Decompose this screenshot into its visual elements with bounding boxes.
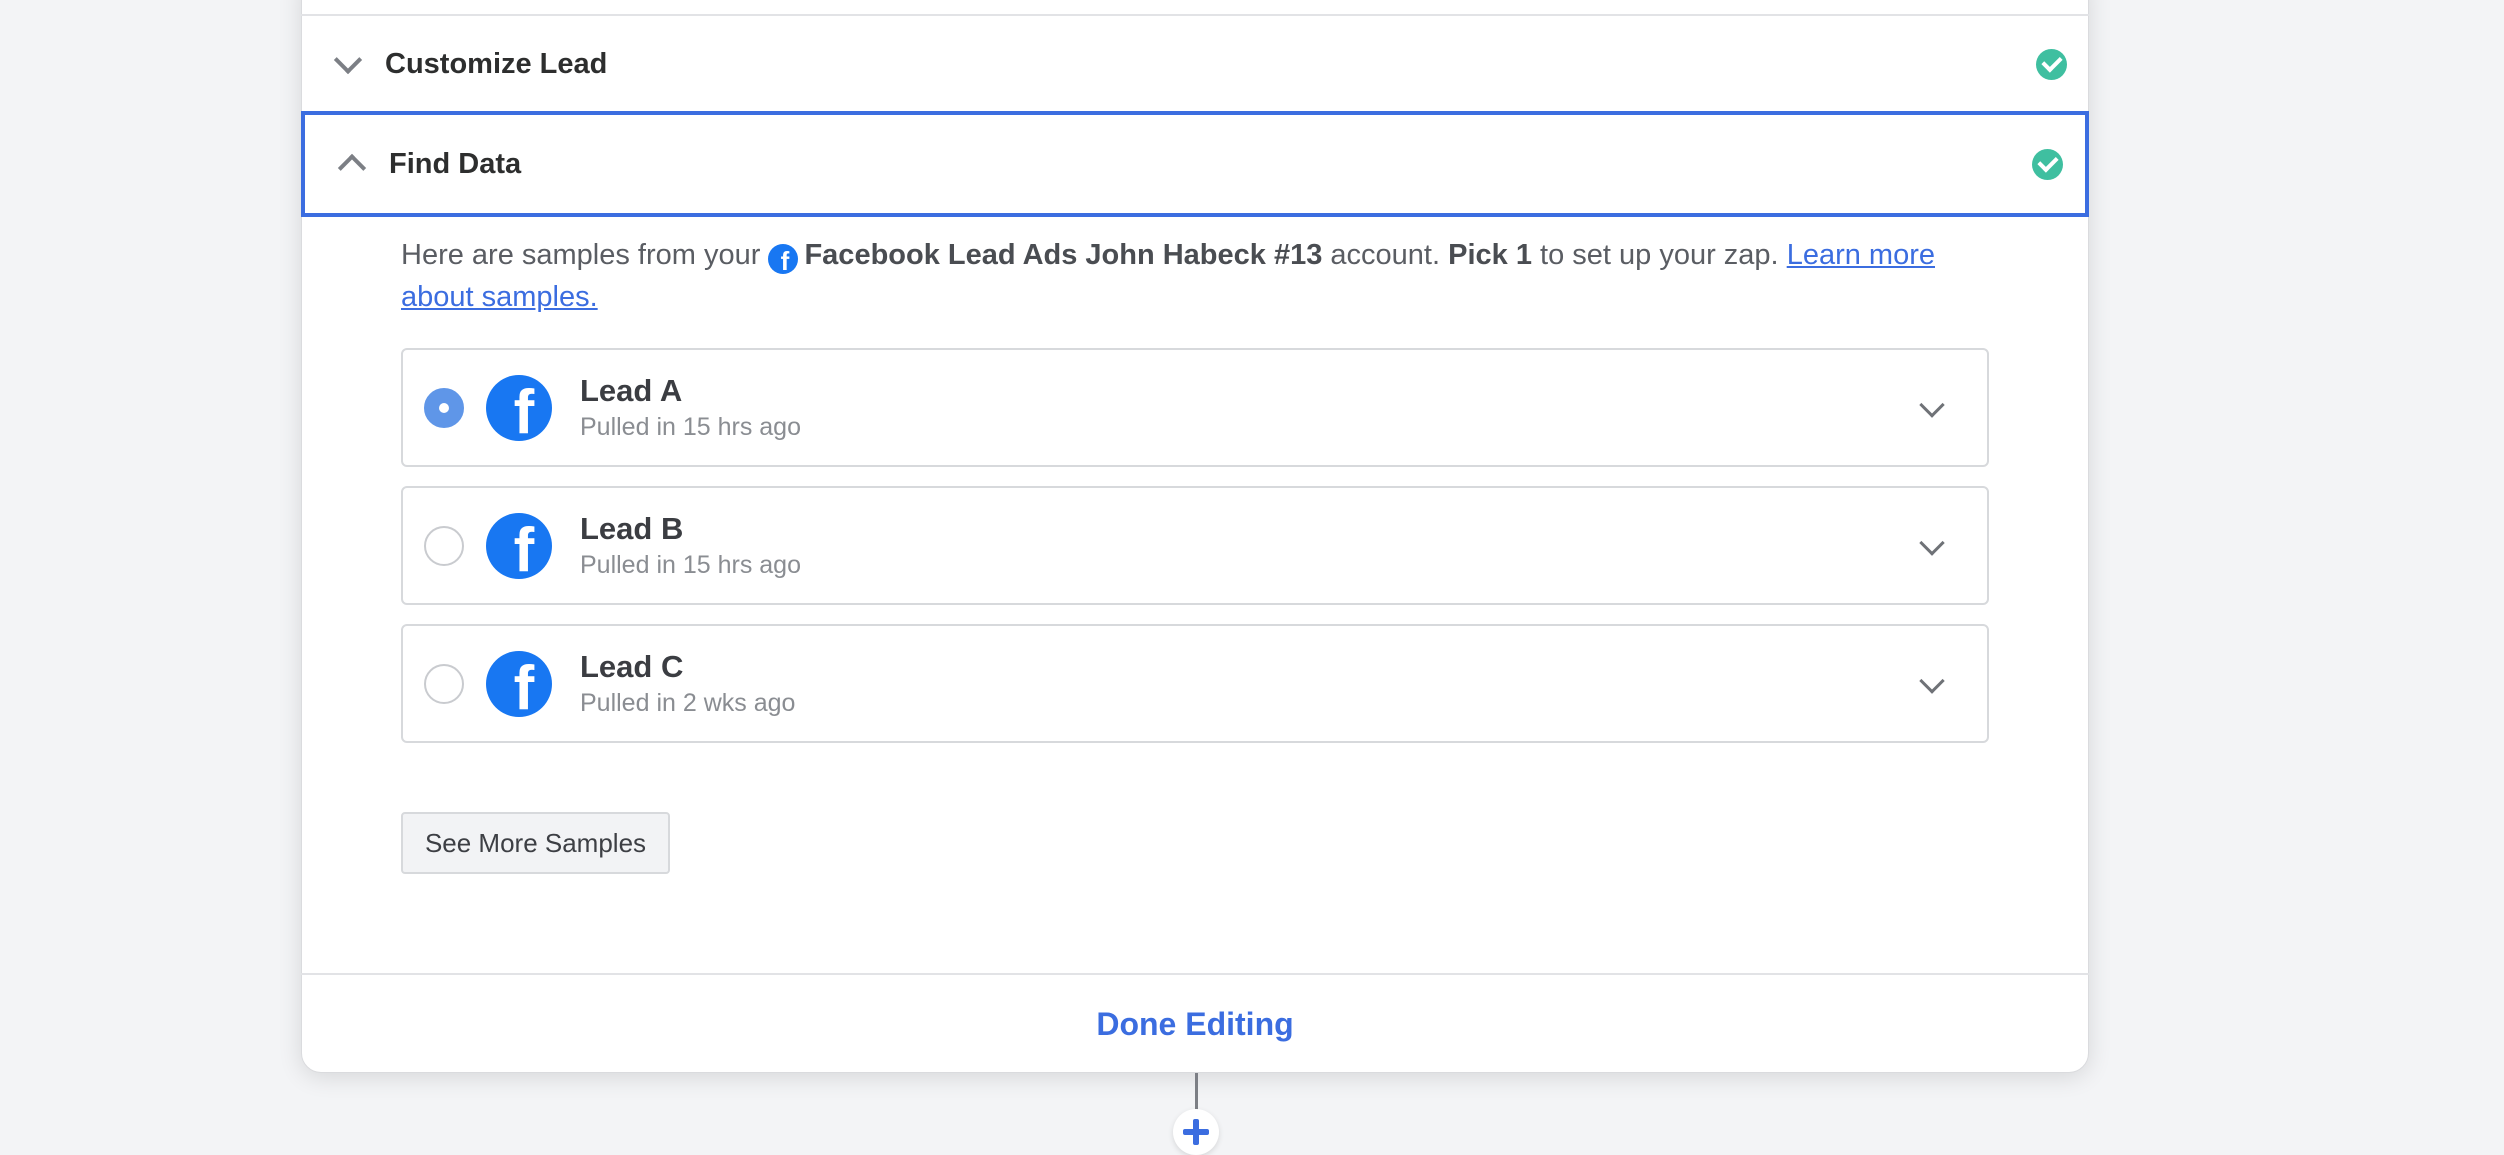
section-title: Customize Lead: [385, 47, 608, 80]
sample-timestamp: Pulled in 15 hrs ago: [580, 551, 801, 579]
plus-icon: [1183, 1119, 1209, 1145]
samples-intro: Here are samples from your f Facebook Lea…: [401, 234, 2001, 318]
section-title: Find Data: [389, 147, 522, 180]
radio-button[interactable]: [424, 525, 464, 566]
pick-count: Pick 1: [1448, 239, 1532, 271]
sample-name: Lead C: [580, 649, 684, 684]
sample-timestamp: Pulled in 15 hrs ago: [580, 413, 801, 441]
chevron-down-icon[interactable]: [1919, 392, 1945, 418]
radio-button[interactable]: [424, 663, 464, 704]
step-connector: [1195, 1073, 1198, 1113]
sample-item-lead-a[interactable]: f Lead A Pulled in 15 hrs ago: [401, 348, 1989, 467]
sample-name: Lead B: [580, 511, 684, 546]
chevron-down-icon[interactable]: [311, 16, 385, 112]
facebook-icon: f: [486, 374, 552, 441]
facebook-icon: f: [486, 650, 552, 717]
sample-timestamp: Pulled in 2 wks ago: [580, 689, 796, 717]
add-step-button[interactable]: [1173, 1109, 1219, 1155]
chevron-down-icon[interactable]: [1919, 668, 1945, 694]
radio-button[interactable]: [424, 387, 464, 428]
chevron-up-icon[interactable]: [315, 115, 389, 213]
intro-text: to set up your zap.: [1540, 239, 1779, 271]
sample-item-lead-c[interactable]: f Lead C Pulled in 2 wks ago: [401, 624, 1989, 743]
done-editing-button[interactable]: Done Editing: [301, 975, 2089, 1073]
section-customize-lead[interactable]: Customize Lead: [301, 16, 2089, 112]
facebook-icon: f: [768, 244, 799, 274]
section-find-data[interactable]: Find Data: [301, 111, 2089, 217]
see-more-samples-button[interactable]: See More Samples: [401, 812, 670, 874]
check-circle-icon: [2036, 48, 2067, 80]
facebook-icon: f: [486, 512, 552, 579]
intro-text: account.: [1330, 239, 1441, 271]
sample-name: Lead A: [580, 373, 683, 408]
account-name: Facebook Lead Ads John Habeck #13: [804, 239, 1323, 271]
chevron-down-icon[interactable]: [1919, 530, 1945, 556]
check-circle-icon: [2032, 148, 2063, 180]
intro-text: Here are samples from your: [401, 239, 761, 271]
sample-item-lead-b[interactable]: f Lead B Pulled in 15 hrs ago: [401, 486, 1989, 605]
